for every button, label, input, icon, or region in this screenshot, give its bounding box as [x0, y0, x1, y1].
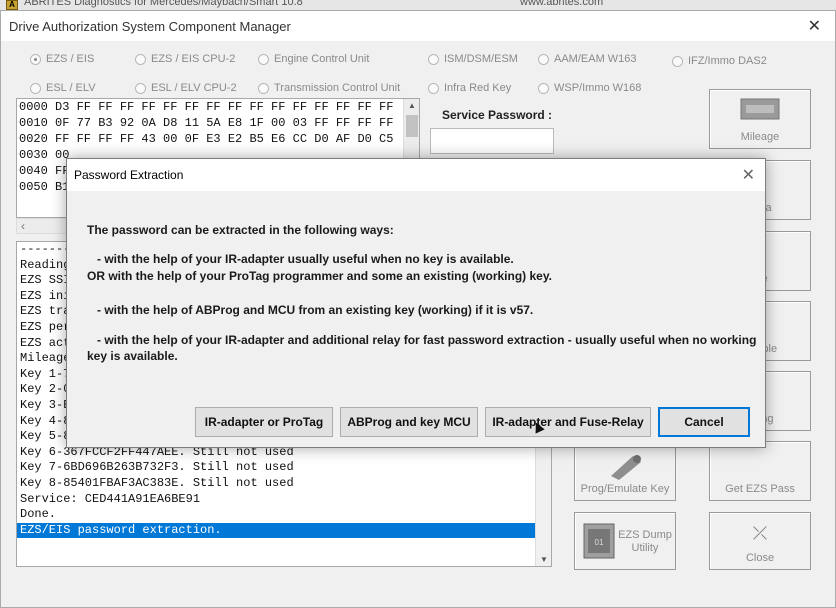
window-titlebar: Drive Authorization System Component Man… — [1, 11, 835, 41]
get-ezs-pass-button[interactable]: Get EZS Pass — [709, 441, 811, 501]
app-logo-icon: A — [6, 0, 18, 10]
radio-engine-control-unit[interactable]: Engine Control Unit — [258, 53, 369, 65]
service-password-label: Service Password : — [442, 108, 553, 122]
radio-dot-icon — [538, 53, 549, 65]
dialog-titlebar: Password Extraction ✕ — [67, 159, 765, 191]
radio-dot-icon — [30, 82, 41, 94]
cancel-button[interactable]: Cancel — [658, 407, 750, 437]
radio-ifz-immo-das2[interactable]: IFZ/Immo DAS2 — [672, 55, 767, 67]
hex-line: 0010 0F 77 B3 92 0A D8 11 5A E8 1F 00 03… — [19, 116, 394, 130]
chip-icon: 01 — [583, 523, 615, 562]
dialog-option-relay-text-cont: key is available. — [87, 349, 178, 363]
log-line: Service: CED441A91EA6BE91 — [20, 491, 201, 506]
ir-adapter-and-fuse-relay-button[interactable]: IR-adapter and Fuse-Relay — [485, 407, 651, 437]
abprog-and-key-mcu-button[interactable]: ABProg and key MCU — [340, 407, 478, 437]
dialog-intro-text: The password can be extracted in the fol… — [87, 223, 394, 237]
radio-dot-icon — [538, 82, 549, 94]
dialog-option-abprog-text: - with the help of ABProg and MCU from a… — [87, 303, 534, 317]
radio-esl-elv-cpu2[interactable]: ESL / ELV CPU-2 — [135, 82, 237, 94]
dialog-option-protag-text: OR with the help of your ProTag programm… — [87, 269, 552, 283]
window-title: Drive Authorization System Component Man… — [9, 19, 291, 34]
service-password-field[interactable] — [430, 128, 554, 154]
radio-dot-icon — [30, 53, 41, 65]
log-line: Done. — [20, 507, 57, 522]
password-extraction-dialog: Password Extraction ✕ The password can b… — [66, 158, 766, 448]
dialog-body — [67, 191, 765, 395]
dialog-close-icon[interactable]: ✕ — [742, 165, 755, 185]
svg-text:01: 01 — [595, 538, 604, 547]
radio-dot-icon — [258, 53, 269, 65]
hex-line: 0020 FF FF FF FF 43 00 0F E3 E2 B5 E6 CC… — [19, 132, 394, 146]
radio-dot-icon — [258, 82, 269, 94]
log-line: Key 8-85401FBAF3AC383E. Still not used — [20, 475, 294, 490]
scroll-thumb[interactable] — [406, 115, 418, 137]
radio-infra-red-key[interactable]: Infra Red Key — [428, 82, 511, 94]
window-close-icon[interactable]: ✕ — [808, 16, 821, 36]
close-button[interactable]: ⤫ Close — [709, 512, 811, 570]
scroll-up-icon[interactable]: ▲ — [404, 99, 419, 113]
prog-emulate-key-button[interactable]: Prog/Emulate Key — [574, 441, 676, 501]
radio-esl-elv[interactable]: ESL / ELV — [30, 82, 96, 94]
radio-ism-dsm-esm[interactable]: ISM/DSM/ESM — [428, 53, 518, 65]
log-line: Key 7-6BD696B263B732F3. Still not used — [20, 460, 294, 475]
radio-wsp-immo-w168[interactable]: WSP/Immo W168 — [538, 82, 641, 94]
odometer-icon — [740, 98, 780, 124]
radio-dot-icon — [135, 53, 146, 65]
key-icon — [605, 450, 645, 484]
dialog-option-ir-text: - with the help of your IR-adapter usual… — [87, 252, 514, 266]
log-line-selected[interactable]: EZS/EIS password extraction. — [17, 522, 551, 539]
scroll-down-icon[interactable]: ▼ — [536, 555, 551, 564]
radio-ezs-eis[interactable]: EZS / EIS — [30, 53, 94, 65]
ir-adapter-or-protag-button[interactable]: IR-adapter or ProTag — [195, 407, 333, 437]
background-app-title: ABRITES Diagnostics for Mercedes/Maybach… — [24, 0, 303, 8]
background-app-site: www.abrites.com — [520, 0, 604, 8]
radio-aam-eam-w163[interactable]: AAM/EAM W163 — [538, 53, 637, 65]
dialog-title: Password Extraction — [74, 168, 184, 182]
radio-dot-icon — [672, 55, 683, 67]
dialog-option-relay-text: - with the help of your IR-adapter and a… — [87, 333, 757, 347]
radio-dot-icon — [428, 53, 439, 65]
radio-dot-icon — [428, 82, 439, 94]
close-icon: ⤫ — [752, 523, 768, 543]
background-app-strip: A ABRITES Diagnostics for Mercedes/Mayba… — [0, 0, 836, 10]
scroll-left-icon[interactable]: ‹ — [21, 219, 25, 233]
hex-line: 0000 D3 FF FF FF FF FF FF FF FF FF FF FF… — [19, 100, 394, 114]
radio-dot-icon — [135, 82, 146, 94]
mileage-button[interactable]: Mileage — [709, 89, 811, 149]
ezs-dump-utility-button[interactable]: 01 EZS Dump Utility — [574, 512, 676, 570]
radio-transmission-control-unit[interactable]: Transmission Control Unit — [258, 82, 400, 94]
radio-ezs-eis-cpu2[interactable]: EZS / EIS CPU-2 — [135, 53, 235, 65]
